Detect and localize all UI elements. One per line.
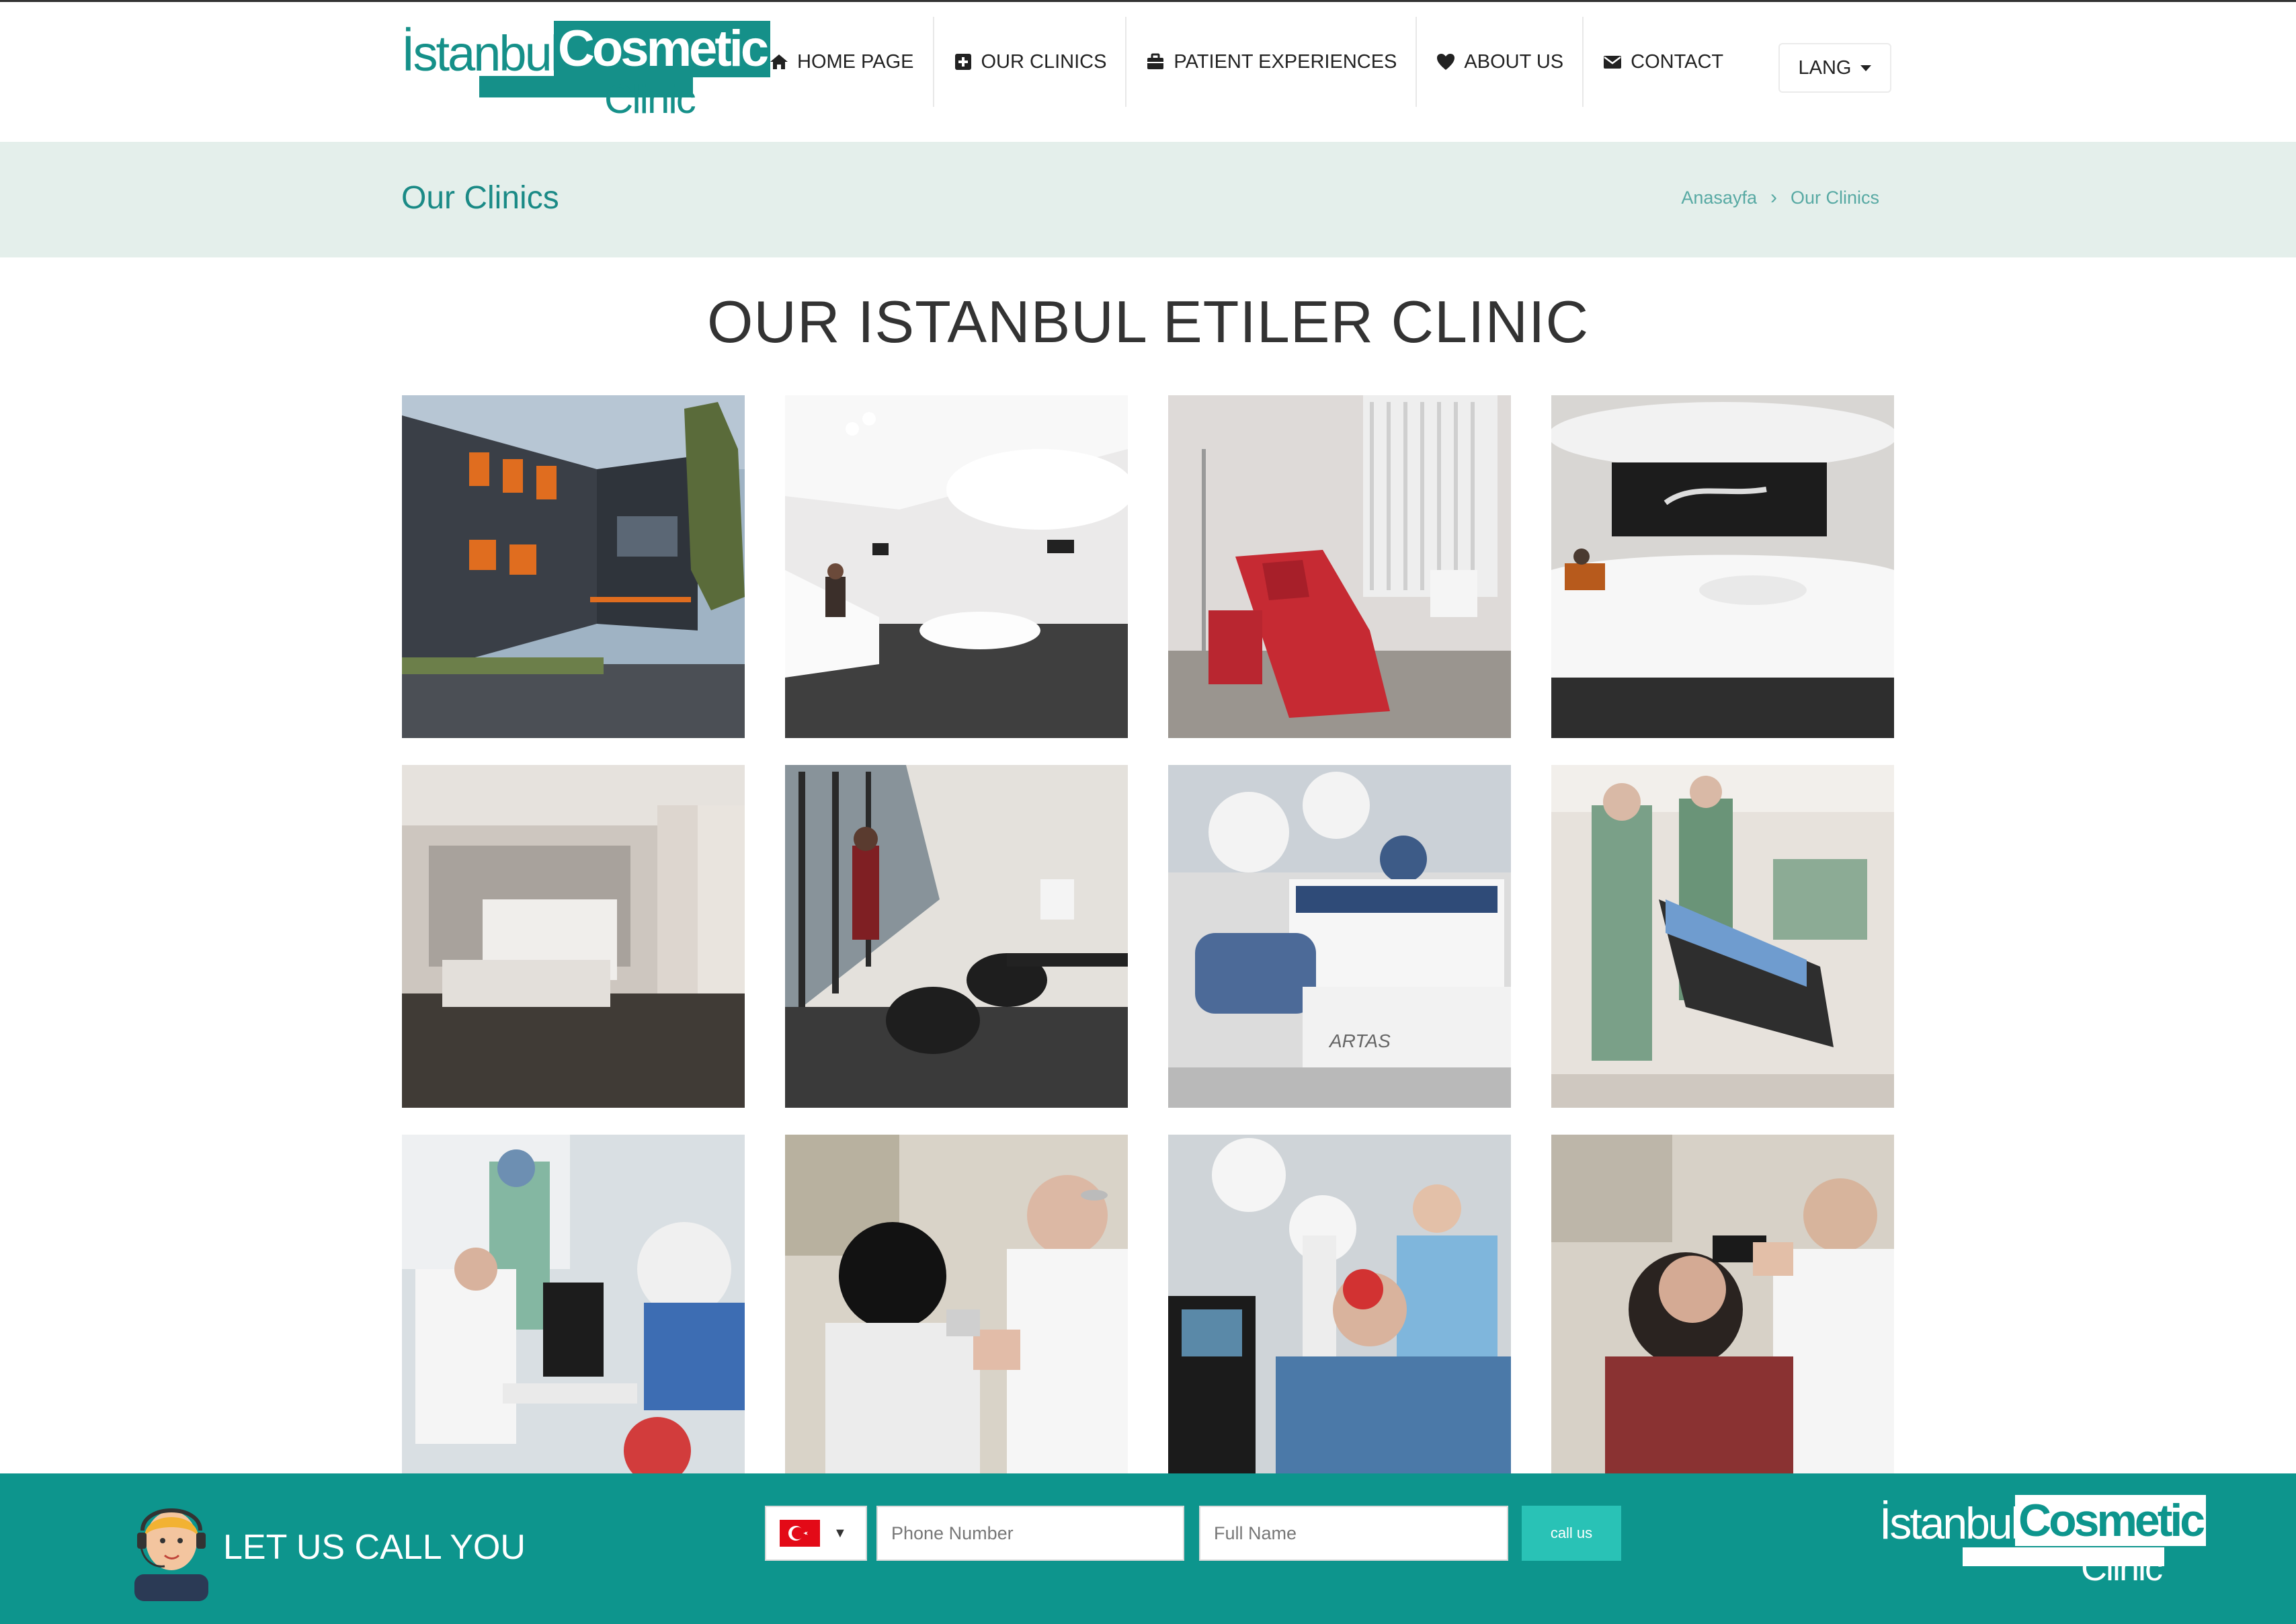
site-logo[interactable]: İstanbul Cosmetic Clinic: [401, 19, 771, 122]
artas-robot-image: ARTAS: [1168, 765, 1511, 1108]
country-code-select[interactable]: ▼: [765, 1506, 867, 1561]
nav-contact[interactable]: CONTACT: [1584, 17, 1742, 107]
gallery-photo-procedure[interactable]: [1551, 765, 1894, 1108]
nav-about-us[interactable]: ABOUT US: [1417, 17, 1584, 107]
plus-square-icon: [954, 54, 971, 70]
lounge-sofa-image: [1551, 395, 1894, 738]
header: İstanbul Cosmetic Clinic HOME PAGE OUR C…: [0, 2, 2296, 142]
waiting-lounge-image: [785, 395, 1128, 738]
reception-image: [402, 765, 745, 1108]
gallery-photo-robotic-surgery[interactable]: [1168, 1135, 1511, 1473]
laser-treatment-image: [785, 1135, 1128, 1473]
nav-patient-experiences[interactable]: PATIENT EXPERIENCES: [1126, 17, 1418, 107]
clinic-heading: OUR ISTANBUL ETILER CLINIC: [706, 288, 1589, 355]
chevron-down-icon: ▼: [833, 1525, 847, 1541]
home-icon: [770, 54, 788, 69]
building-exterior-image: [402, 395, 745, 738]
gallery-photo-waiting-lounge[interactable]: [785, 395, 1128, 738]
corridor-seating-image: [785, 765, 1128, 1108]
gallery-photo-doctor-monitor[interactable]: [402, 1135, 745, 1473]
callback-label: LET US CALL YOU: [223, 1528, 526, 1567]
main-nav: HOME PAGE OUR CLINICS PATIENT EXPERIENCE…: [750, 17, 1742, 107]
logo-word-istanbul: İstanbul: [401, 26, 561, 81]
heart-icon: [1437, 54, 1455, 70]
breadcrumb: Anasayfa › Our Clinics: [1681, 186, 1879, 209]
nav-about-us-label: ABOUT US: [1464, 50, 1564, 73]
procedure-image: [1551, 765, 1894, 1108]
svg-text:ARTAS: ARTAS: [1328, 1030, 1391, 1051]
gallery-photo-artas-robot[interactable]: ARTAS: [1168, 765, 1511, 1108]
footer-logo-word-cosmetic: Cosmetic: [2015, 1495, 2207, 1546]
language-dropdown-label: LANG: [1798, 56, 1852, 79]
gallery-photo-corridor-seating[interactable]: [785, 765, 1128, 1108]
caret-down-icon: [1860, 65, 1872, 71]
scalp-exam-image: [1551, 1135, 1894, 1473]
gallery-photo-treatment-room[interactable]: [1168, 395, 1511, 738]
nav-home[interactable]: HOME PAGE: [750, 17, 934, 107]
call-us-button[interactable]: call us: [1522, 1506, 1621, 1561]
nav-our-clinics[interactable]: OUR CLINICS: [934, 17, 1127, 107]
breadcrumb-current: Our Clinics: [1790, 187, 1879, 208]
gallery-photo-scalp-exam[interactable]: [1551, 1135, 1894, 1473]
nav-contact-label: CONTACT: [1631, 50, 1724, 73]
nav-patient-experiences-label: PATIENT EXPERIENCES: [1174, 50, 1397, 73]
phone-number-input[interactable]: [876, 1506, 1184, 1561]
language-dropdown[interactable]: LANG: [1778, 43, 1891, 93]
gallery-photo-building-exterior[interactable]: [402, 395, 745, 738]
gallery-photo-lounge-sofa[interactable]: [1551, 395, 1894, 738]
nav-our-clinics-label: OUR CLINICS: [981, 50, 1107, 73]
clinic-photo-gallery: ARTAS: [402, 395, 1895, 1473]
callback-footer: LET US CALL YOU ▼ call us İstanbul Cosme…: [0, 1473, 2296, 1624]
page-title-bar: Our Clinics Anasayfa › Our Clinics: [0, 142, 2296, 257]
footer-logo-word-clinic: Clinic: [2081, 1548, 2163, 1588]
envelope-icon: [1604, 56, 1622, 69]
briefcase-icon: [1147, 53, 1164, 69]
nav-home-label: HOME PAGE: [797, 50, 914, 73]
logo-word-cosmetic: Cosmetic: [554, 21, 771, 77]
gallery-photo-laser-treatment[interactable]: [785, 1135, 1128, 1473]
gallery-photo-reception[interactable]: [402, 765, 745, 1108]
breadcrumb-separator: ›: [1770, 186, 1777, 208]
doctor-monitor-image: [402, 1135, 745, 1473]
footer-logo-word-istanbul: İstanbul: [1879, 1498, 2020, 1548]
page-title: Our Clinics: [401, 180, 559, 216]
treatment-room-image: [1168, 395, 1511, 738]
breadcrumb-home-link[interactable]: Anasayfa: [1681, 188, 1757, 208]
full-name-input[interactable]: [1199, 1506, 1508, 1561]
support-agent-icon: [134, 1508, 208, 1601]
footer-logo[interactable]: İstanbul Cosmetic Clinic: [1879, 1495, 2207, 1596]
robotic-surgery-image: [1168, 1135, 1511, 1473]
turkey-flag-icon: [780, 1520, 820, 1547]
logo-word-clinic: Clinic: [604, 77, 696, 122]
